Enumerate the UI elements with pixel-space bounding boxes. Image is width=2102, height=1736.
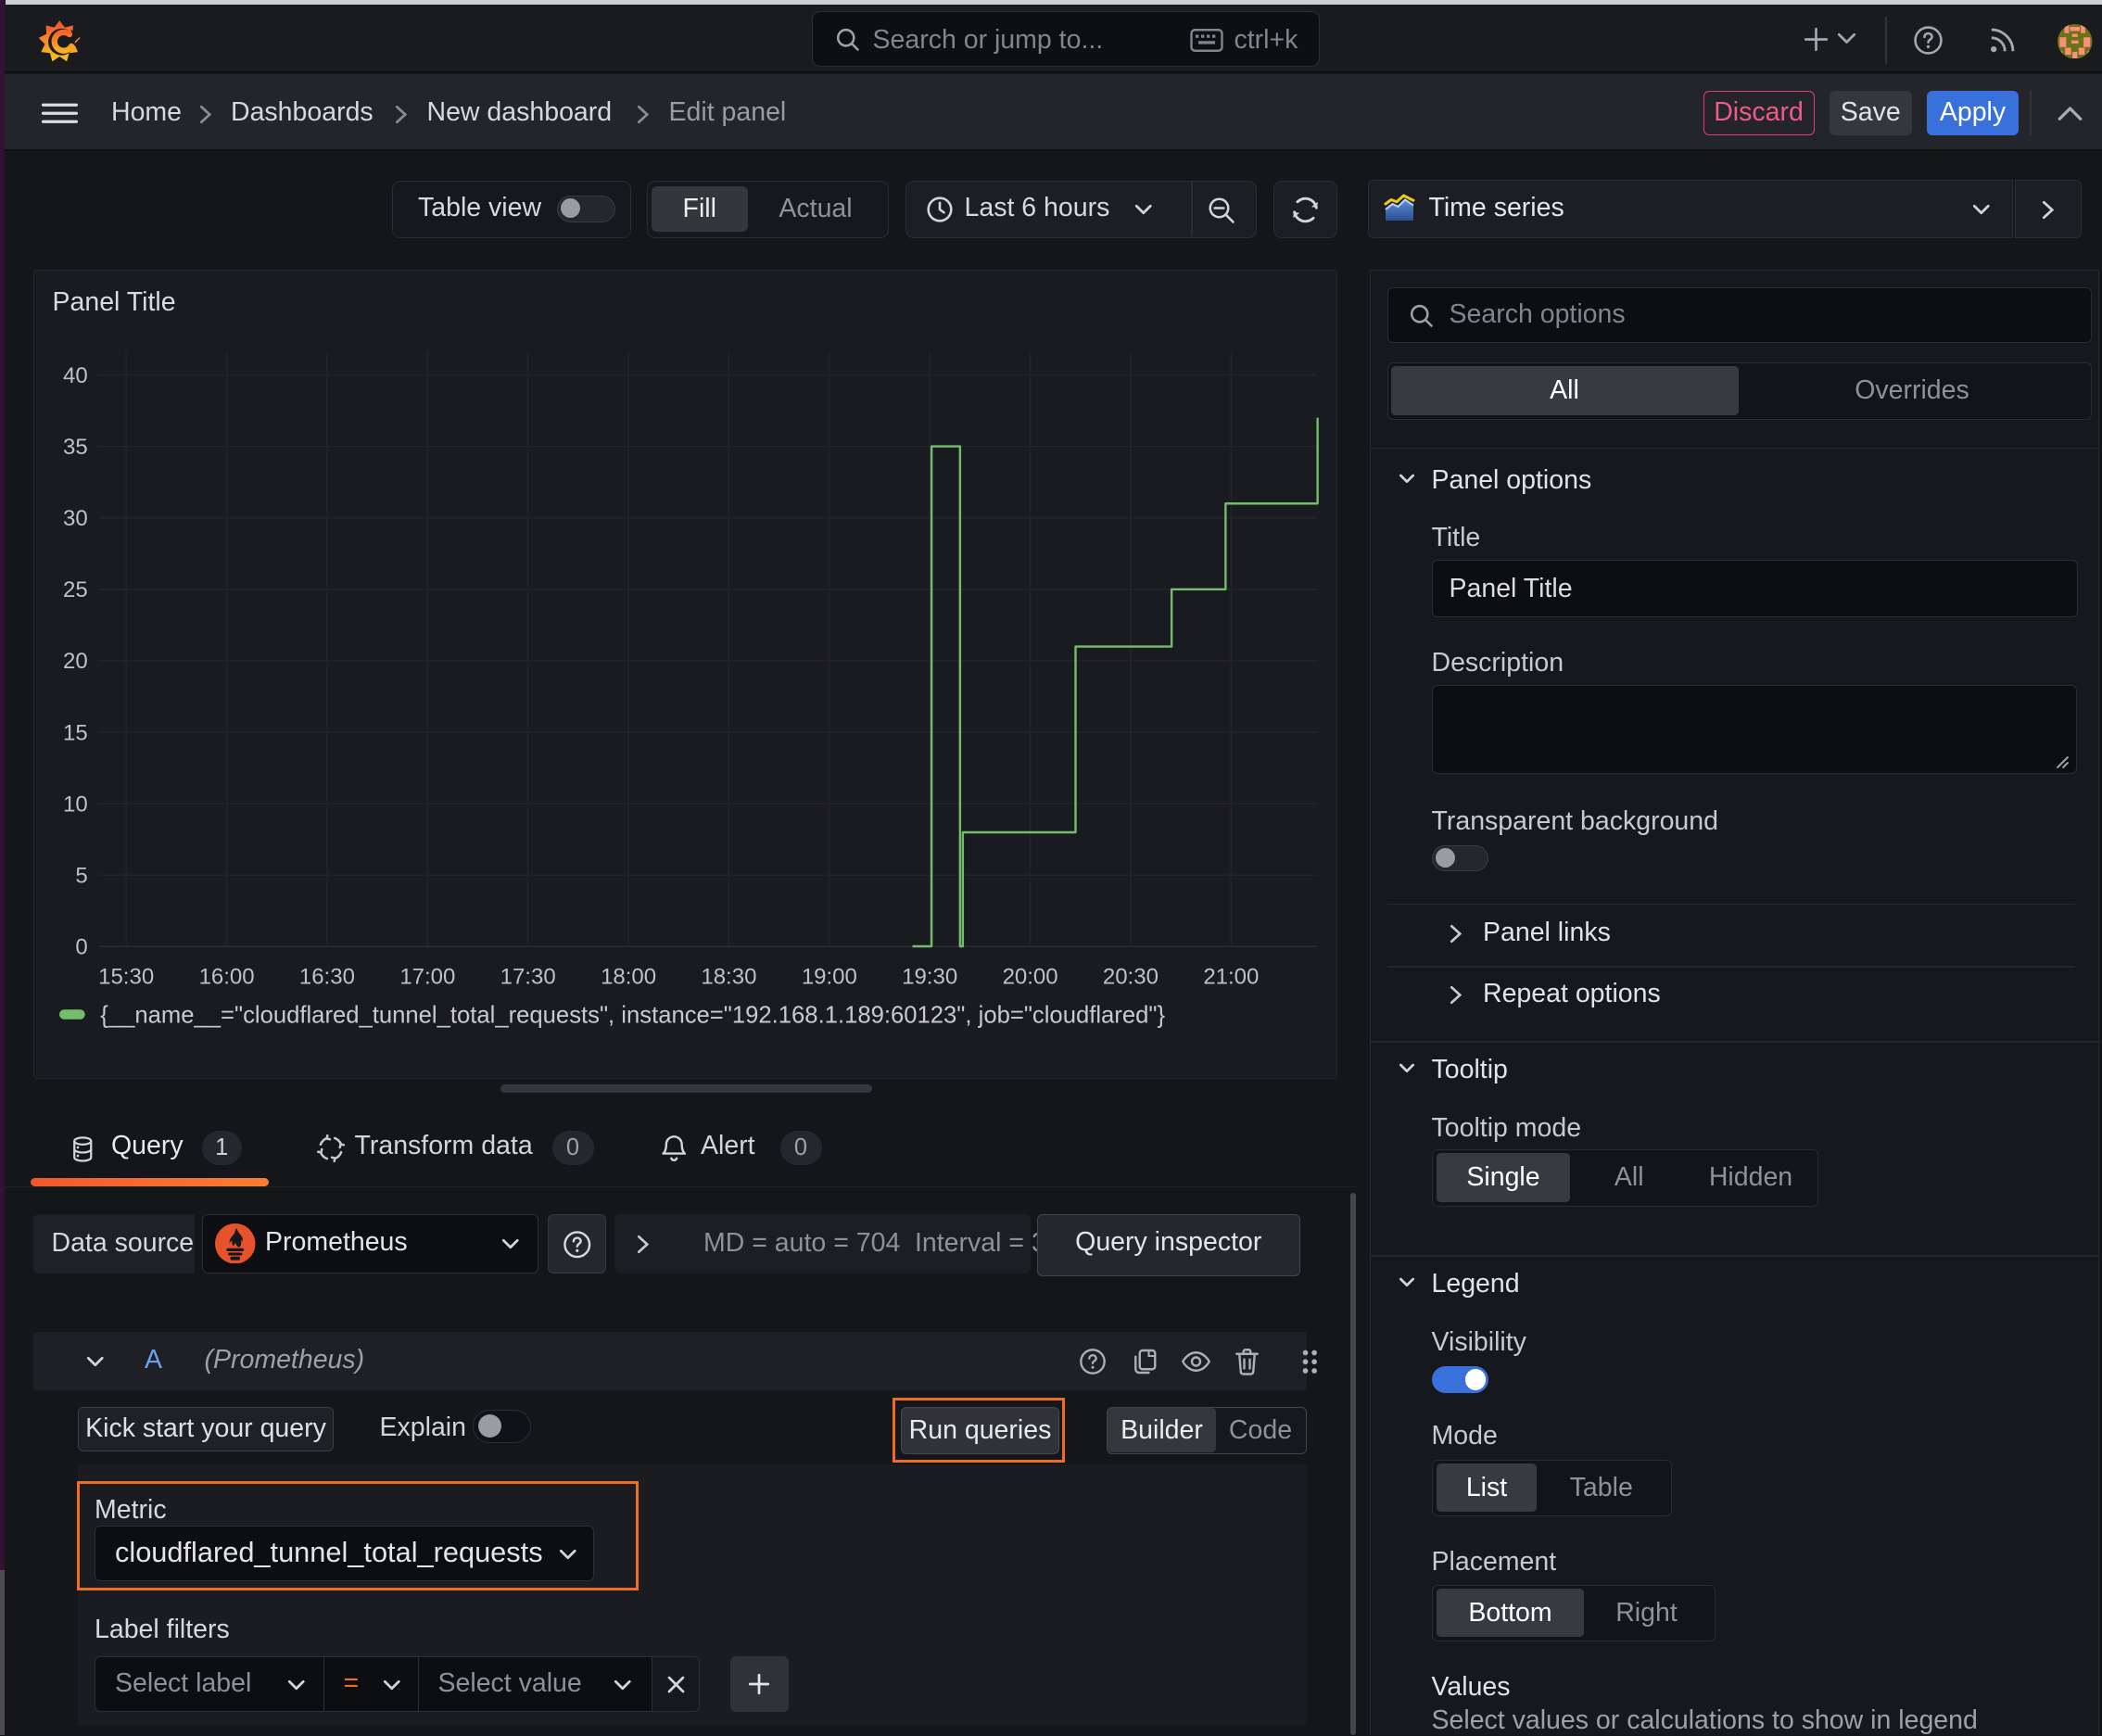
svg-text:19:00: 19:00 [802, 965, 857, 990]
svg-text:0: 0 [75, 935, 87, 960]
svg-text:5: 5 [75, 863, 87, 888]
svg-text:20: 20 [63, 649, 88, 674]
svg-text:20:30: 20:30 [1103, 965, 1159, 990]
svg-text:18:30: 18:30 [701, 965, 756, 990]
svg-text:17:00: 17:00 [399, 965, 455, 990]
svg-text:10: 10 [63, 792, 88, 817]
svg-text:17:30: 17:30 [500, 965, 556, 990]
svg-text:25: 25 [63, 577, 88, 602]
svg-text:18:00: 18:00 [601, 965, 656, 990]
svg-text:40: 40 [63, 363, 88, 388]
svg-text:{__name__="cloudflared_tunnel_: {__name__="cloudflared_tunnel_total_requ… [100, 1003, 1165, 1029]
svg-text:15: 15 [63, 720, 88, 745]
svg-text:19:30: 19:30 [902, 965, 957, 990]
svg-text:16:30: 16:30 [299, 965, 355, 990]
svg-text:15:30: 15:30 [98, 965, 154, 990]
svg-text:35: 35 [63, 435, 88, 460]
svg-text:16:00: 16:00 [199, 965, 255, 990]
svg-text:21:00: 21:00 [1203, 965, 1259, 990]
svg-text:20:00: 20:00 [1003, 965, 1058, 990]
svg-text:30: 30 [63, 506, 88, 531]
